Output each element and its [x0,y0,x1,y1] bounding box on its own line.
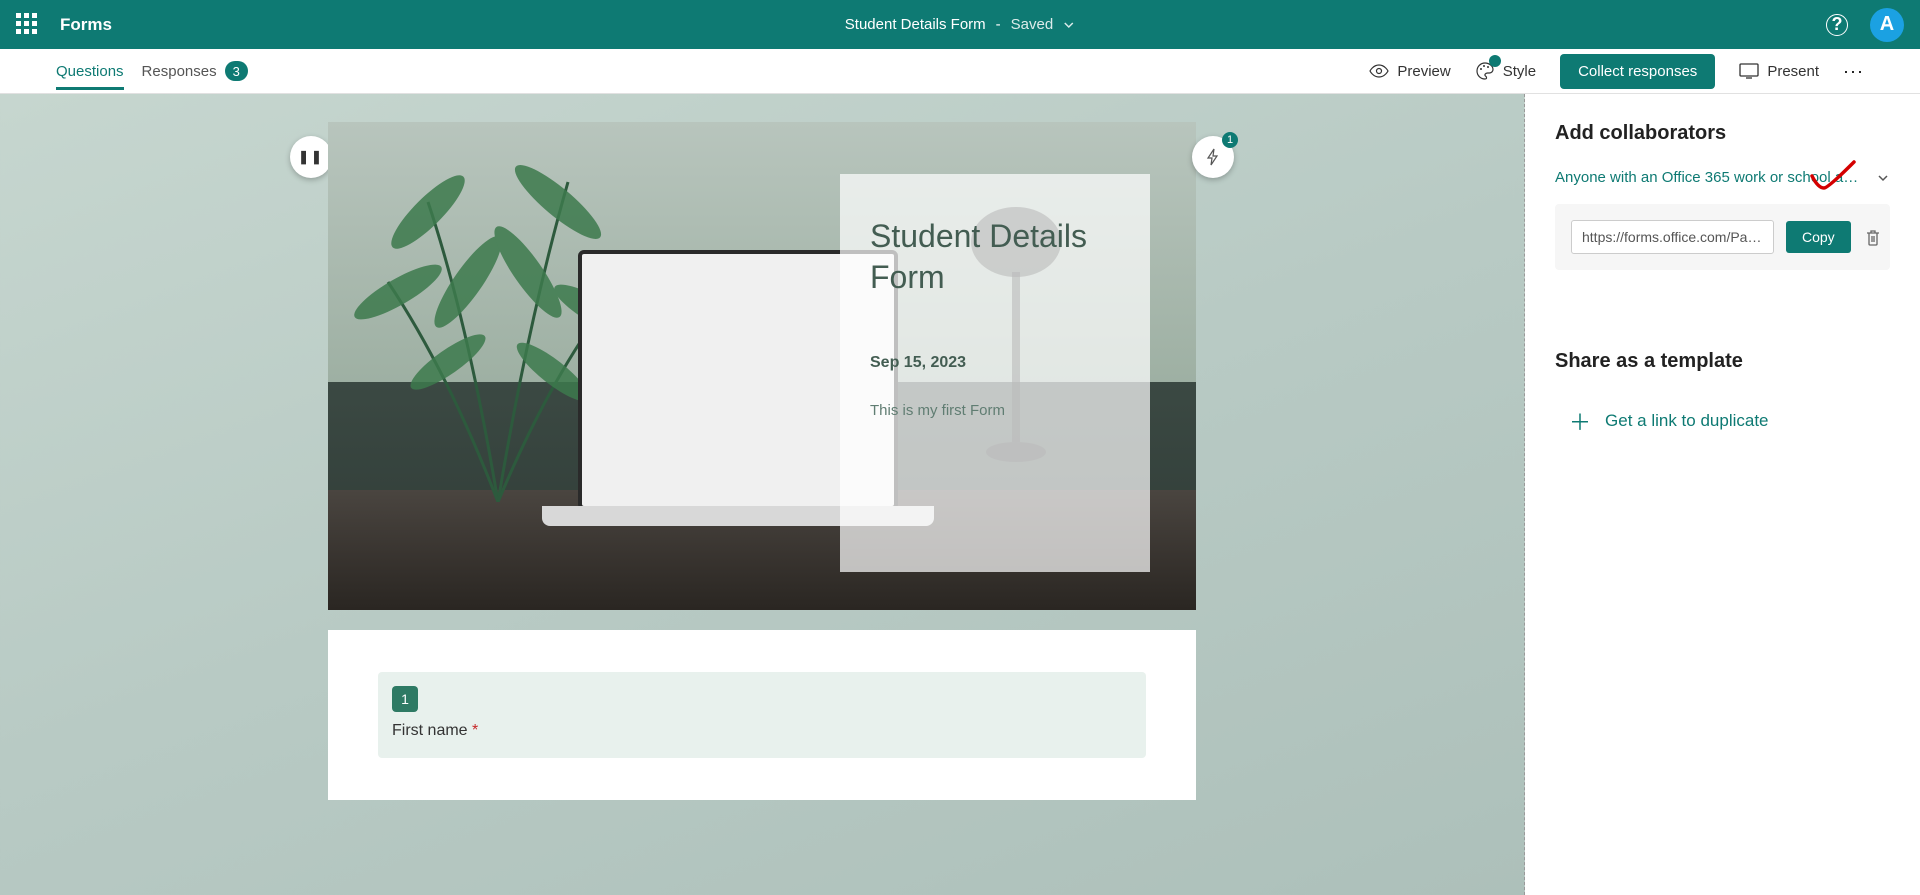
add-collaborators-heading: Add collaborators [1555,122,1890,145]
form-header-card[interactable]: Student Details Form Sep 15, 2023 This i… [840,174,1150,572]
pause-icon: ❚❚ [298,149,324,165]
lightning-icon [1204,148,1222,166]
collaborator-scope-label: Anyone with an Office 365 work or school… [1555,169,1865,186]
copy-link-button[interactable]: Copy [1786,221,1851,253]
content-area: ❚❚ [0,94,1920,895]
tab-questions-label: Questions [56,63,124,80]
required-star: * [472,722,478,739]
style-label: Style [1503,63,1536,80]
style-button[interactable]: Style [1475,61,1536,81]
suggestions-count-badge: 1 [1222,132,1238,148]
plus-icon: ＋ [1569,405,1591,437]
question-number: 1 [392,686,418,712]
form-title-area[interactable]: Student Details Form - Saved [845,16,1075,33]
present-label: Present [1767,63,1819,80]
present-button[interactable]: Present [1739,63,1819,80]
tab-questions[interactable]: Questions [56,53,124,90]
hero-image[interactable]: Student Details Form Sep 15, 2023 This i… [328,122,1196,610]
tab-responses[interactable]: Responses 3 [142,51,248,91]
preview-button[interactable]: Preview [1369,63,1450,80]
toolbar-right: Preview Style Collect responses Present … [1369,54,1864,89]
suggestions-button[interactable]: 1 [1192,136,1234,178]
get-duplicate-link-button[interactable]: ＋ Get a link to duplicate [1555,405,1890,437]
share-panel: Add collaborators Anyone with an Office … [1525,94,1920,895]
chevron-down-icon [1876,171,1890,185]
responses-count-badge: 3 [225,61,248,81]
collaborator-link-input[interactable] [1571,220,1774,254]
form-description: This is my first Form [870,402,1120,419]
form-title: Student Details Form [845,16,986,33]
preview-label: Preview [1397,63,1450,80]
chevron-down-icon[interactable] [1063,19,1075,31]
present-icon [1739,63,1759,79]
pause-button[interactable]: ❚❚ [290,136,332,178]
form-canvas[interactable]: ❚❚ [0,94,1525,895]
share-template-heading: Share as a template [1555,350,1890,373]
collect-responses-button[interactable]: Collect responses [1560,54,1715,89]
title-separator: - [996,16,1001,33]
app-launcher-icon[interactable] [16,13,40,37]
palette-icon [1475,61,1495,81]
app-header: Forms Student Details Form - Saved ? A [0,0,1920,49]
delete-link-icon[interactable] [1863,227,1883,247]
tab-responses-label: Responses [142,63,217,80]
question-card-1[interactable]: 1 First name * [328,630,1196,800]
app-name[interactable]: Forms [60,15,112,35]
help-icon[interactable]: ? [1826,14,1848,36]
duplicate-link-label: Get a link to duplicate [1605,411,1768,431]
collaborator-link-row: Copy [1555,204,1890,270]
more-options-icon[interactable]: ··· [1843,61,1864,82]
question-label: First name * [392,722,1132,740]
question-block: 1 First name * [378,672,1146,758]
form-date: Sep 15, 2023 [870,354,1120,372]
eye-icon [1369,64,1389,78]
header-right: ? A [1826,8,1904,42]
question-text: First name [392,722,468,739]
form-title-display: Student Details Form [870,216,1120,298]
collaborator-scope-dropdown[interactable]: Anyone with an Office 365 work or school… [1555,169,1890,186]
main-toolbar: Questions Responses 3 Preview Style Coll… [0,49,1920,94]
save-status: Saved [1011,16,1054,33]
hero-wrap: ❚❚ [328,122,1196,610]
avatar[interactable]: A [1870,8,1904,42]
